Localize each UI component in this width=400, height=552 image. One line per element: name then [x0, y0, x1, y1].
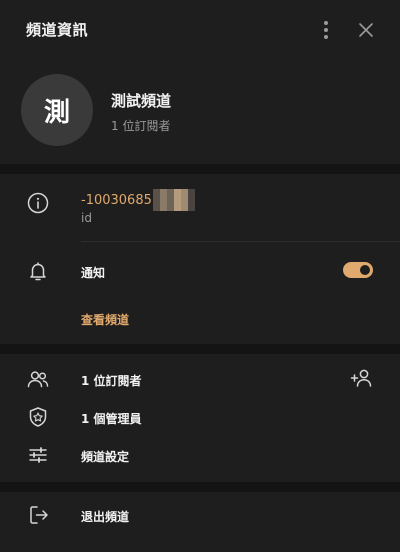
channel-name: 測試頻道	[111, 92, 172, 110]
channel-avatar[interactable]: 測	[21, 74, 93, 146]
logout-icon	[27, 503, 51, 527]
channel-info-panel: 頻道資訊 測 測試頻道 1 位訂閱者 -10030685 id 通知 查看頻道 …	[0, 0, 400, 552]
notifications-toggle[interactable]	[343, 262, 373, 278]
shield-star-icon	[26, 405, 50, 429]
channel-subscriber-count: 1 位訂閱者	[111, 119, 171, 133]
bell-icon	[26, 259, 50, 283]
redacted-pixels	[152, 189, 195, 211]
section-separator	[0, 344, 400, 354]
add-user-icon[interactable]	[350, 366, 374, 390]
more-options-icon[interactable]	[315, 18, 337, 42]
notifications-label: 通知	[81, 266, 106, 280]
leave-channel-label[interactable]: 退出頻道	[81, 508, 129, 525]
channel-id-caption: id	[81, 211, 92, 225]
subscribers-icon	[26, 367, 50, 391]
channel-id-text: -10030685	[81, 192, 152, 208]
section-separator	[0, 482, 400, 492]
channel-settings-label[interactable]: 頻道設定	[81, 448, 129, 465]
subscribers-row-label[interactable]: 1 位訂閱者	[81, 372, 142, 389]
panel-header: 頻道資訊	[0, 0, 400, 60]
channel-id-value[interactable]: -10030685	[81, 189, 195, 211]
row-divider	[81, 241, 400, 242]
toggle-knob	[358, 263, 372, 277]
view-channel-link[interactable]: 查看頻道	[81, 311, 129, 328]
admins-row-label[interactable]: 1 個管理員	[81, 410, 142, 427]
panel-title: 頻道資訊	[26, 21, 89, 39]
sliders-icon	[26, 443, 50, 467]
info-circle-icon	[26, 191, 50, 215]
section-separator	[0, 164, 400, 174]
close-icon[interactable]	[354, 18, 378, 42]
